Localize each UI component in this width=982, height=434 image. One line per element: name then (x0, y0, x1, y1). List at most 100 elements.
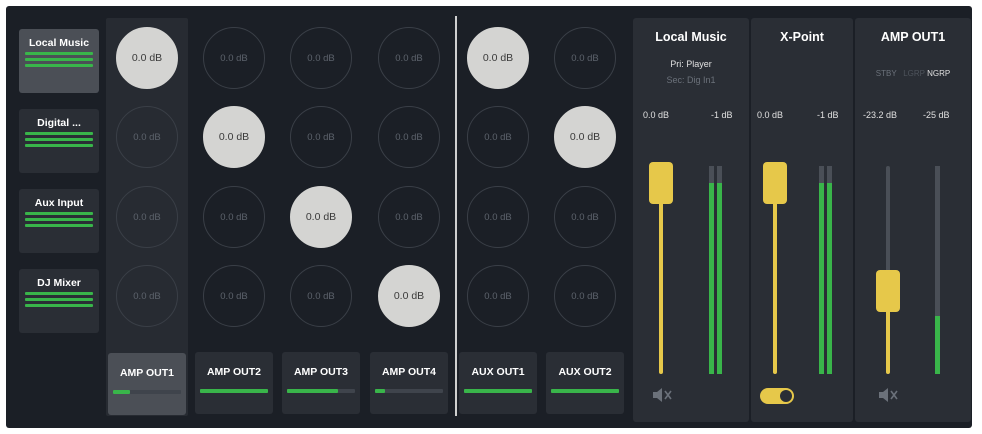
output-label: AMP OUT4 (381, 366, 437, 378)
meter-value: -1 dB (711, 110, 733, 120)
crosspoint-button[interactable]: 0.0 dB (290, 265, 352, 327)
crosspoint-button[interactable]: 0.0 dB (467, 265, 529, 327)
fader-value: -23.2 dB (863, 110, 898, 120)
crosspoint-button[interactable]: 0.0 dB (116, 265, 178, 327)
stby-option[interactable]: STBY (876, 69, 897, 78)
crosspoint-button[interactable]: 0.0 dB (378, 265, 440, 327)
crosspoint-button[interactable]: 0.0 dB (554, 106, 616, 168)
input-local-music[interactable]: Local Music (19, 29, 99, 93)
output-button[interactable]: AMP OUT1 (108, 353, 186, 415)
crosspoint-button[interactable]: 0.0 dB (203, 27, 265, 89)
output-level-meter (551, 389, 619, 393)
output-level-meter (375, 389, 443, 393)
input-level-bar (25, 52, 93, 55)
crosspoint-button[interactable]: 0.0 dB (554, 186, 616, 248)
output-level-fill (375, 389, 386, 393)
output-label: AMP OUT2 (206, 366, 262, 378)
input-level-bar (25, 138, 93, 141)
crosspoint-button[interactable]: 0.0 dB (116, 27, 178, 89)
crosspoint-button[interactable]: 0.0 dB (378, 106, 440, 168)
strip-amp-out1: AMP OUT1 STBY LGRP NGRP -23.2 dB -25 dB (855, 18, 971, 422)
crosspoint-button[interactable]: 0.0 dB (116, 186, 178, 248)
input-label: DJ Mixer (37, 277, 81, 289)
strip-title: AMP OUT1 (880, 30, 946, 44)
input-level-bar (25, 132, 93, 135)
crosspoint-button[interactable]: 0.0 dB (554, 27, 616, 89)
crosspoint-button[interactable]: 0.0 dB (290, 27, 352, 89)
input-digital[interactable]: Digital ... (19, 109, 99, 173)
strip-primary-source: Pri: Player (670, 59, 712, 69)
output-level-meter (113, 390, 181, 394)
crosspoint-button[interactable]: 0.0 dB (290, 186, 352, 248)
crosspoint-button[interactable]: 0.0 dB (467, 27, 529, 89)
strip-secondary-source: Sec: Dig In1 (666, 75, 716, 85)
strip-title: Local Music (655, 30, 727, 44)
speaker-muted-icon (879, 388, 898, 402)
input-level-bar (25, 224, 93, 227)
output-button[interactable]: AMP OUT4 (370, 352, 448, 414)
output-level-fill (200, 389, 268, 393)
fader-value: 0.0 dB (643, 110, 670, 120)
output-button[interactable]: AUX OUT2 (546, 352, 624, 414)
output-label: AUX OUT1 (471, 366, 525, 378)
crosspoint-button[interactable]: 0.0 dB (467, 186, 529, 248)
level-meter (709, 182, 714, 374)
output-level-meter (200, 389, 268, 393)
crosspoint-button[interactable]: 0.0 dB (378, 27, 440, 89)
crosspoint-button[interactable]: 0.0 dB (116, 106, 178, 168)
meter-value: -25 dB (923, 110, 950, 120)
level-meter (819, 182, 824, 374)
input-label: Digital ... (37, 117, 81, 129)
crosspoint-button[interactable]: 0.0 dB (290, 106, 352, 168)
level-meter (827, 182, 832, 374)
output-label: AUX OUT2 (558, 366, 612, 378)
speaker-muted-icon[interactable] (877, 386, 899, 409)
speaker-muted-icon (653, 388, 672, 402)
input-level-bar (25, 304, 93, 307)
level-meter (935, 315, 940, 374)
input-label: Aux Input (34, 197, 84, 209)
matrix-divider (455, 16, 457, 416)
output-button[interactable]: AUX OUT1 (459, 352, 537, 414)
fader-knob[interactable] (876, 269, 900, 312)
input-level-bar (25, 218, 93, 221)
input-level-bar (25, 292, 93, 295)
crosspoint-button[interactable]: 0.0 dB (554, 265, 616, 327)
fader-knob[interactable] (649, 161, 673, 204)
output-level-meter (287, 389, 355, 393)
crosspoint-button[interactable]: 0.0 dB (378, 186, 440, 248)
strip-title: X-Point (780, 30, 824, 44)
speaker-muted-icon[interactable] (651, 386, 673, 409)
xpoint-enable-toggle[interactable] (760, 388, 794, 404)
output-label: AMP OUT1 (119, 367, 175, 379)
input-level-bar (25, 58, 93, 61)
ngrp-option[interactable]: NGRP (927, 69, 950, 78)
input-dj-mixer[interactable]: DJ Mixer (19, 269, 99, 333)
output-level-fill (551, 389, 619, 393)
fader-value: 0.0 dB (757, 110, 784, 120)
crosspoint-button[interactable]: 0.0 dB (467, 106, 529, 168)
group-options: STBY LGRP NGRP (855, 69, 971, 78)
strip-local-music: Local Music Pri: Player Sec: Dig In1 0.0… (633, 18, 749, 422)
toggle-knob (780, 390, 792, 402)
crosspoint-button[interactable]: 0.0 dB (203, 106, 265, 168)
output-level-meter (464, 389, 532, 393)
output-level-fill (464, 389, 532, 393)
input-aux[interactable]: Aux Input (19, 189, 99, 253)
output-button[interactable]: AMP OUT2 (195, 352, 273, 414)
fader-knob[interactable] (763, 161, 787, 204)
input-level-bar (25, 212, 93, 215)
input-level-bar (25, 144, 93, 147)
crosspoint-button[interactable]: 0.0 dB (203, 265, 265, 327)
output-level-fill (113, 390, 130, 394)
input-label: Local Music (28, 37, 90, 49)
level-meter (717, 182, 722, 374)
meter-value: -1 dB (817, 110, 839, 120)
output-button[interactable]: AMP OUT3 (282, 352, 360, 414)
input-level-bar (25, 64, 93, 67)
crosspoint-button[interactable]: 0.0 dB (203, 186, 265, 248)
input-level-bar (25, 298, 93, 301)
strip-xpoint: X-Point 0.0 dB -1 dB (751, 18, 853, 422)
lgrp-option[interactable]: LGRP (903, 69, 925, 78)
output-label: AMP OUT3 (293, 366, 349, 378)
